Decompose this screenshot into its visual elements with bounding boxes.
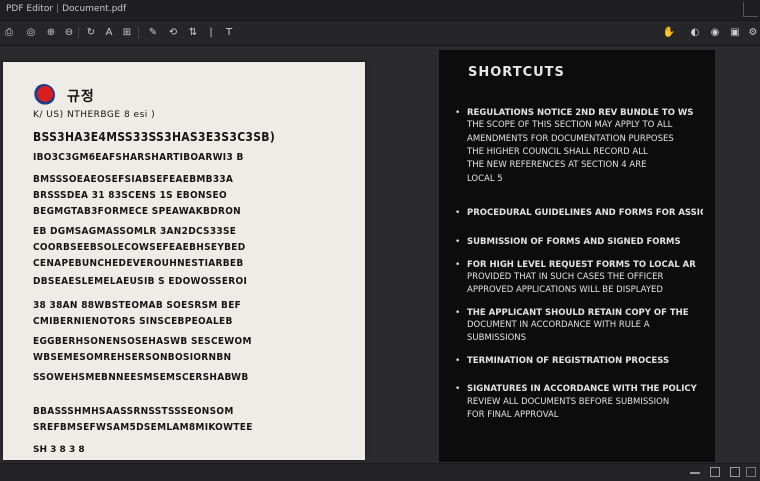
page-footer: SH 3 8 3 8	[33, 445, 85, 455]
type-tool-icon[interactable]: T	[222, 25, 236, 41]
panel-line: LOCAL 5	[467, 174, 503, 184]
body-line: BBASSSHMHSAASSRNSSTSSSEONSOM	[33, 406, 234, 417]
body-line: IBO3C3GM6EAFSHARSHARTIBOARWI3 B	[33, 152, 244, 163]
title-bar: PDF Editor | Document.pdf	[0, 0, 760, 21]
undo-icon[interactable]: ⟲	[166, 25, 180, 41]
body-line: CMIBERNIENOTORS SINSCEBPEOALEB	[33, 316, 233, 327]
page-subtitle: K/ US) NTHERBGE 8 esi )	[33, 110, 156, 120]
app-window: PDF Editor | Document.pdf ⎙ ◎ ⊕ ⊖ ↻ A ⊞ ✎ …	[0, 0, 760, 481]
body-line: WBSEMESOMREHSERSONBOSIORNBN	[33, 352, 232, 363]
bullet-icon: •	[455, 260, 461, 270]
settings-icon[interactable]: ⚙	[746, 25, 760, 41]
body-line: SREFBMSEFWSAM5DSEMLAM8MIKOWTEE	[33, 422, 253, 433]
panel-line: REVIEW ALL DOCUMENTS BEFORE SUBMISSION	[467, 397, 670, 407]
rotate-icon[interactable]: ↻	[84, 25, 98, 41]
view-icon[interactable]: ◎	[24, 25, 38, 41]
panel-toggle-icon[interactable]: ▣	[728, 25, 742, 41]
status-bar	[0, 463, 760, 481]
file-name: Document.pdf	[62, 4, 127, 14]
panel-line: THE HIGHER COUNCIL SHALL RECORD ALL	[467, 147, 648, 157]
emblem-logo	[33, 84, 55, 106]
window-title: PDF Editor | Document.pdf	[6, 4, 127, 14]
panel-line: DOCUMENT IN ACCORDANCE WITH RULE A	[467, 320, 650, 330]
minimize-icon[interactable]	[690, 472, 700, 474]
body-line: BSS3HA3E4MSS33SS3HAS3E3S3C3SB)	[33, 130, 276, 144]
body-line: EB DGMSAGMASSOMLR 3AN2DCS33SE	[33, 226, 237, 237]
zoom-in-icon[interactable]: ⊕	[44, 25, 58, 41]
body-line: 38 38AN 88WBSTEOMAB SOESRSM BEF	[33, 300, 242, 311]
bullet-icon: •	[455, 384, 461, 394]
single-page-icon[interactable]	[730, 467, 740, 477]
fit-page-icon[interactable]	[710, 467, 720, 477]
toolbar-divider	[78, 27, 79, 39]
toolbar: ⎙ ◎ ⊕ ⊖ ↻ A ⊞ ✎ ⟲ ⇅ | T ✋ ◐ ◉ ▣ ⚙	[0, 21, 760, 46]
panel-line: TERMINATION OF REGISTRATION PROCESS	[467, 356, 670, 366]
body-line: BRSSSDEA 31 83SCENS 1S EBONSEO	[33, 190, 227, 201]
window-resize-icon[interactable]	[743, 2, 758, 17]
record-icon[interactable]: ◉	[708, 25, 722, 41]
sort-icon[interactable]: ⇅	[186, 25, 200, 41]
toolbar-divider	[138, 27, 139, 39]
hand-tool-icon[interactable]: ✋	[662, 25, 676, 41]
body-line: SSOWEHSMEBNNEESMSEMSCERSHABWB	[33, 372, 249, 383]
panel-title: SHORTCUTS	[468, 65, 565, 80]
panel-line: SIGNATURES IN ACCORDANCE WITH THE POLICY	[467, 384, 697, 394]
body-line: COORBSEEBSOLECOWSEFEAEBHSEYBED	[33, 242, 246, 253]
bullet-icon: •	[455, 308, 461, 318]
page-title: 규정	[67, 89, 95, 105]
body-line: BMSSSOEAEOSEFSIABSEFEAEBMB33A	[33, 174, 234, 185]
panel-line: THE NEW REFERENCES AT SECTION 4 ARE	[467, 160, 647, 170]
body-line: BEGMGTAB3FORMECE SPEAWAKBDRON	[33, 206, 241, 217]
body-line: DBSEAESLEMELAEUSIB S EDOWOSSEROI	[33, 276, 248, 287]
panel-line: APPROVED APPLICATIONS WILL BE DISPLAYED	[467, 285, 663, 295]
bullet-icon: •	[455, 108, 461, 118]
panel-line: SUBMISSIONS	[467, 333, 527, 343]
app-name: PDF Editor	[6, 4, 54, 14]
panel-line: PROVIDED THAT IN SUCH CASES THE OFFICER	[467, 272, 664, 282]
body-line: CENAPEBUNCHEDEVEROUHNESTIARBEB	[33, 258, 244, 269]
panel-line: REGULATIONS NOTICE 2ND REV BUNDLE TO WS	[467, 108, 694, 118]
contrast-icon[interactable]: ◐	[688, 25, 702, 41]
zoom-out-icon[interactable]: ⊖	[62, 25, 76, 41]
panel-line: THE APPLICANT SHOULD RETAIN COPY OF THE	[467, 308, 689, 318]
panel-line: SUBMISSION OF FORMS AND SIGNED FORMS	[467, 237, 681, 247]
two-page-icon[interactable]	[746, 467, 756, 477]
cursor-icon[interactable]: |	[204, 25, 218, 41]
panel-line: THE SCOPE OF THIS SECTION MAY APPLY TO A…	[467, 120, 673, 130]
document-page[interactable]: 규정 K/ US) NTHERBGE 8 esi ) BSS3HA3E4MSS3…	[3, 62, 365, 460]
panel-line: PROCEDURAL GUIDELINES AND FORMS FOR ASSI…	[467, 208, 703, 218]
bullet-icon: •	[455, 208, 461, 218]
shortcuts-panel: SHORTCUTS • REGULATIONS NOTICE 2ND REV B…	[439, 50, 715, 462]
body-line: EGGBERHSONENSOSEHASWB SESCEWOM	[33, 336, 252, 347]
print-icon[interactable]: ⎙	[2, 25, 16, 41]
panel-line: FOR FINAL APPROVAL	[467, 410, 559, 420]
grid-icon[interactable]: ⊞	[120, 25, 134, 41]
panel-line: FOR HIGH LEVEL REQUEST FORMS TO LOCAL AR	[467, 260, 696, 270]
panel-line: AMENDMENTS FOR DOCUMENTATION PURPOSES	[467, 134, 674, 144]
text-icon[interactable]: A	[102, 25, 116, 41]
edit-icon[interactable]: ✎	[146, 25, 160, 41]
bullet-icon: •	[455, 356, 461, 366]
bullet-icon: •	[455, 237, 461, 247]
